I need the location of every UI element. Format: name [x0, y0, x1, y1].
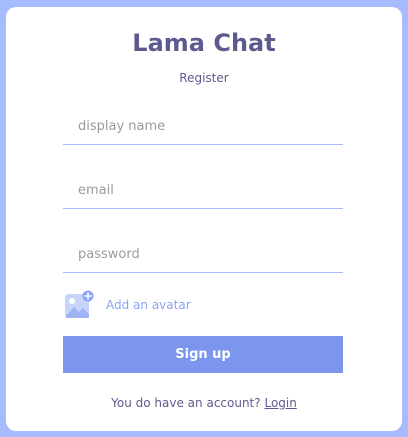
- add-image-icon: [65, 290, 94, 318]
- login-link[interactable]: Login: [264, 396, 296, 410]
- sign-up-button[interactable]: Sign up: [63, 336, 343, 373]
- login-prompt-text: You do have an account?: [111, 396, 261, 410]
- display-name-input[interactable]: [63, 109, 343, 145]
- add-avatar-label: Add an avatar: [106, 298, 191, 312]
- login-prompt: You do have an account? Login: [6, 396, 402, 410]
- email-input[interactable]: [63, 173, 343, 209]
- add-avatar-button[interactable]: Add an avatar: [64, 290, 191, 320]
- page-subtitle: Register: [179, 71, 229, 85]
- register-card: Lama Chat Register Add an avatar Sign up…: [6, 7, 402, 431]
- app-logo: Lama Chat: [132, 29, 276, 57]
- password-input[interactable]: [63, 237, 343, 273]
